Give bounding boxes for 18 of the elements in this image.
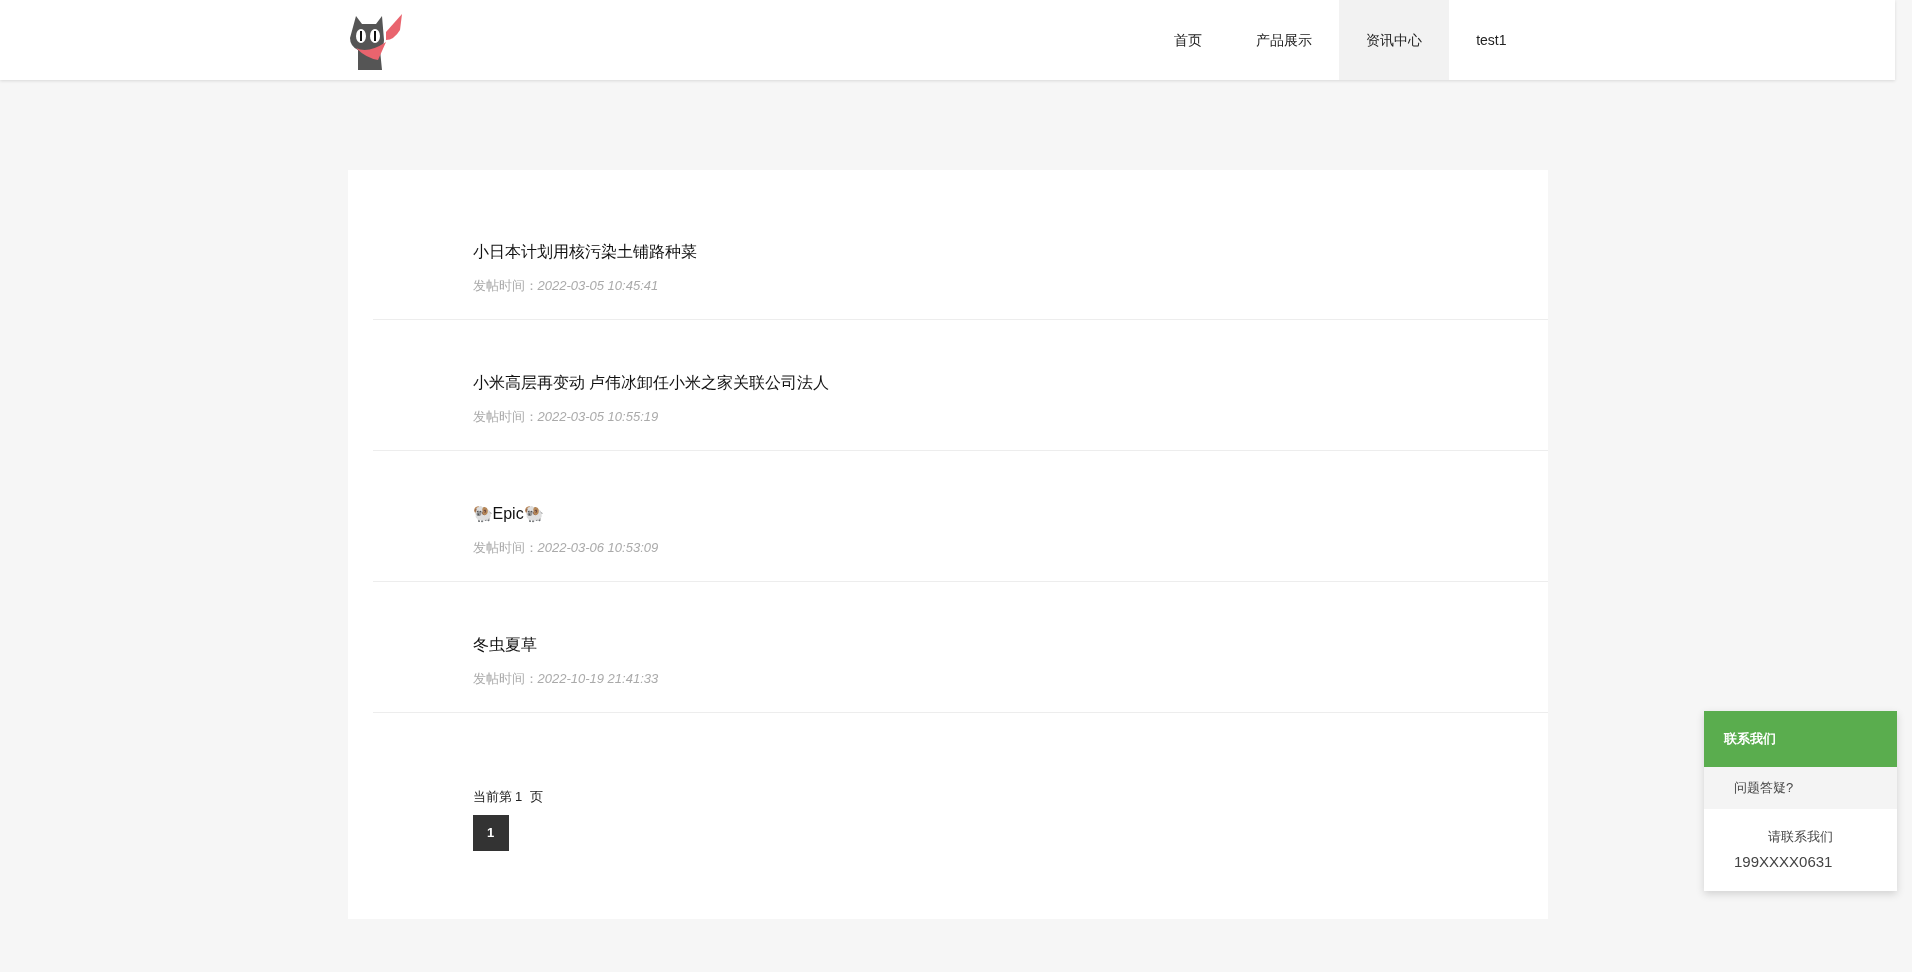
phone-number: 199XXXX0631 — [1734, 851, 1834, 872]
post-title[interactable]: 冬虫夏草 — [472, 633, 1548, 657]
post-title[interactable]: 小米高层再变动 卢伟冰卸任小米之家关联公司法人 — [472, 371, 1548, 395]
post-title[interactable]: 🐏Epic🐏 — [472, 502, 1548, 526]
post-title[interactable]: 小日本计划用核污染土铺路种菜 — [472, 240, 1548, 264]
nav-link[interactable]: 产品展示 — [1229, 0, 1340, 80]
page-indicator: 当前第 1 页 — [472, 788, 544, 806]
post-date: 发帖时间：2022-10-19 21:41:33 — [472, 670, 660, 688]
nav-link[interactable]: test1 — [1449, 0, 1534, 80]
contact-subtitle: 问题答疑? — [1704, 767, 1897, 809]
post-date: 发帖时间：2022-03-06 10:53:09 — [472, 539, 660, 557]
contact-text: 请联系我们 — [1767, 828, 1834, 846]
post-date: 发帖时间：2022-03-05 10:45:41 — [472, 277, 660, 295]
contact-title: 联系我们 — [1704, 711, 1897, 767]
page-button[interactable]: 1 — [472, 814, 509, 851]
nav-link[interactable]: 资讯中心 — [1339, 0, 1450, 80]
nav-link[interactable]: 首页 — [1147, 0, 1230, 80]
post-date: 发帖时间：2022-03-05 10:55:19 — [472, 408, 660, 426]
